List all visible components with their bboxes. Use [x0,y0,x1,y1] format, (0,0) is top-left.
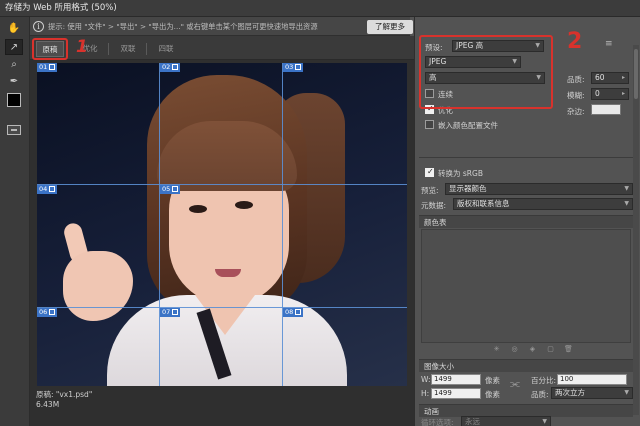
loop-label: 循环选项: [421,418,454,426]
resample-quality-label: 品质: [531,390,549,399]
tab-divider [108,43,109,55]
metadata-label: 元数据: [421,201,447,210]
resample-quality-dropdown[interactable]: 两次立方 ▼ [551,387,633,399]
slice-tag[interactable]: 08 [283,308,304,317]
matte-label: 杂边: [567,107,585,116]
photo-mouth [215,269,241,277]
image-size-header: 图像大小 [419,359,633,372]
preview-label: 预览: [421,186,439,195]
image-preview[interactable]: 01 02 03 04 05 06 07 08 [37,63,407,386]
hand-icon[interactable]: ✋ [5,21,23,37]
window-title: 存储为 Web 所用格式 (50%) [0,0,640,17]
preview-area: 原稿 优化 双联 四联 01 02 03 04 05 06 07 08 原稿: … [30,36,414,426]
embed-profile-label: 嵌入颜色配置文件 [438,121,498,130]
slice-tag[interactable]: 06 [37,308,58,317]
chevron-down-icon: ▼ [624,200,629,207]
percent-label: 百分比: [531,376,557,385]
matte-color-swatch[interactable] [591,104,621,115]
chevron-down-icon: ▼ [542,418,547,425]
eyedropper-icon[interactable]: ✒ [5,74,23,90]
eyedropper-color-swatch[interactable] [7,93,21,107]
slice-tag[interactable]: 05 [160,185,181,194]
canvas-info: 原稿: "vx1.psd" 6.43M [36,390,92,410]
slice-select-icon[interactable]: ↗ [5,39,23,55]
convert-srgb-checkbox[interactable] [425,167,434,177]
annotation-number-1: 1 [76,37,88,57]
height-unit: 像素 [485,390,500,399]
web-snap-icon[interactable]: ◎ [510,345,519,354]
zoom-icon[interactable]: ⌕ [5,57,23,73]
tab-divider [146,43,147,55]
tab-4up[interactable]: 四联 [152,41,180,57]
width-input[interactable]: 1499 [431,374,481,385]
annotation-box-1 [32,38,68,60]
blur-label: 模糊: [567,91,585,100]
tab-2up[interactable]: 双联 [114,41,142,57]
toggle-slices-icon[interactable] [7,125,21,135]
chevron-down-icon: ▼ [624,389,629,396]
slice-tag[interactable]: 01 [37,63,58,72]
tool-strip: ✋ ↗ ⌕ ✒ [0,17,30,426]
photo-eye-right [235,201,253,209]
annotation-box-2 [419,35,553,109]
lock-color-icon[interactable]: ◈ [528,345,537,354]
delete-color-icon[interactable]: 🗑 [564,345,573,354]
slice-tag[interactable]: 03 [283,63,304,72]
tip-text: 提示: 使用 "文件" > "导出" > "导出为..." 或右键单击某个图层可… [48,22,318,31]
slice-tag[interactable]: 04 [37,185,58,194]
quality-label: 品质: [567,75,585,84]
panel-menu-icon[interactable]: ≡ [605,39,613,49]
slice-line-vertical [159,63,160,386]
blur-input[interactable]: 0 ▸ [591,88,629,100]
learn-more-button[interactable]: 了解更多 [367,20,413,34]
embed-profile-checkbox[interactable] [425,120,434,129]
canvas-filename: 原稿: "vx1.psd" [36,390,93,399]
preview-dropdown[interactable]: 显示器颜色 ▼ [445,183,633,195]
width-label: W: [421,375,431,384]
new-color-icon[interactable]: ▢ [546,345,555,354]
divider [419,157,633,158]
convert-srgb-label: 转换为 sRGB [438,169,483,178]
slice-line-vertical [282,63,283,386]
metadata-dropdown[interactable]: 版权和联系信息 ▼ [453,198,633,210]
info-icon: i [33,21,44,32]
color-table [421,229,631,343]
chevron-right-icon: ▸ [621,90,625,97]
slice-tag[interactable]: 07 [160,308,181,317]
settings-panel: 预设: JPEG 高 ▼ ≡ JPEG ▼ 高 ▼ 品质: 60 ▸ 连续 模糊: 0 ▸… [414,17,640,426]
percent-input[interactable]: 100 [557,374,627,385]
quality-input[interactable]: 60 ▸ [591,72,629,84]
photo-bangs [157,121,297,191]
slice-tag[interactable]: 02 [160,63,181,72]
height-input[interactable]: 1499 [431,388,481,399]
loop-dropdown[interactable]: 永远 ▼ [461,416,551,426]
canvas-filesize: 6.43M [36,400,60,409]
scrollbar-thumb[interactable] [634,49,638,99]
annotation-number-2: 2 [567,29,583,54]
slice-line-horizontal [37,307,407,308]
height-label: H: [421,389,430,398]
chevron-down-icon: ▼ [624,185,629,192]
color-table-header: 颜色表 [419,215,633,228]
link-proportions-icon[interactable]: ⫘ [510,377,520,391]
chevron-right-icon: ▸ [621,74,625,81]
photo-eye-left [189,205,207,213]
width-unit: 像素 [485,376,500,385]
map-color-icon[interactable]: ✳ [492,345,501,354]
settings-scrollbar[interactable] [633,45,639,415]
slice-line-horizontal [37,184,407,185]
tip-bar: i 提示: 使用 "文件" > "导出" > "导出为..." 或右键单击某个图… [30,17,413,36]
